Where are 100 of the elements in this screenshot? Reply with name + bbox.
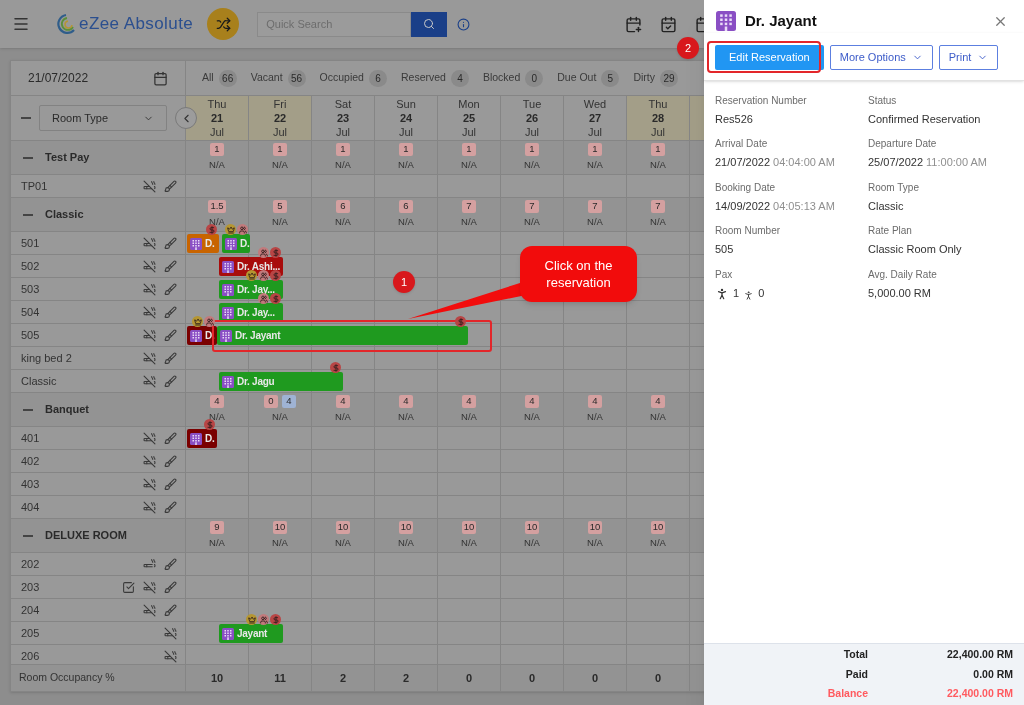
status-filter[interactable]: Dirty — [633, 70, 655, 86]
room-number: 404 — [21, 499, 40, 515]
child-count: 0 — [758, 285, 765, 301]
status-filter[interactable]: Reserved — [400, 70, 446, 86]
crown-icon — [246, 270, 257, 281]
adult-count: 1 — [733, 285, 740, 301]
menu-icon[interactable] — [12, 15, 30, 33]
rate-text: N/A — [398, 157, 414, 172]
room-number: king bed 2 — [21, 350, 72, 366]
previous-button[interactable] — [175, 107, 197, 129]
status-filter[interactable]: Vacant — [250, 70, 283, 86]
child-icon — [743, 290, 755, 301]
guests-icon — [258, 247, 269, 258]
room-type-select[interactable]: Room Type — [39, 105, 167, 131]
day-number: 28 — [651, 111, 665, 125]
status-filter[interactable]: All — [202, 70, 214, 86]
no-smoking-icon — [143, 500, 156, 514]
building-icon — [716, 11, 736, 32]
rate-text: N/A — [272, 214, 288, 229]
search-icon — [423, 18, 436, 30]
field-value: 14/09/2022 — [715, 198, 771, 214]
room-number: 505 — [21, 327, 40, 343]
availability-badge: 4 — [399, 394, 413, 408]
crown-icon — [192, 316, 203, 327]
calendar-icon[interactable] — [153, 70, 168, 86]
weekday: Sun — [396, 97, 416, 111]
rate-text: N/A — [209, 214, 225, 229]
rate-text: N/A — [524, 409, 540, 424]
reservation-bar[interactable]: Dr. Jagu — [219, 372, 343, 391]
availability-badge: 0 — [264, 394, 278, 408]
field-label: Arrival Date — [715, 137, 769, 151]
count-badge: 6 — [368, 69, 387, 87]
status-filter[interactable]: Blocked — [482, 70, 521, 86]
reservation-bar[interactable]: D. — [187, 429, 217, 448]
occupancy-value: 0 — [528, 670, 536, 686]
callout-bubble: Click on the reservation — [520, 246, 637, 302]
availability-badge: 10 — [335, 520, 351, 534]
guests-icon — [258, 270, 269, 281]
status-filter[interactable]: Occupied — [319, 70, 364, 86]
date-text: 21/07/2022 — [28, 70, 89, 87]
field-label: Pax — [715, 267, 734, 282]
dollar-icon — [204, 419, 215, 430]
rate-text: N/A — [272, 409, 288, 424]
rate-text: N/A — [398, 214, 414, 229]
rate-text: N/A — [587, 157, 603, 172]
rate-text: N/A — [650, 409, 666, 424]
occupancy-value: 0 — [654, 670, 662, 686]
availability-badge: 10 — [398, 520, 414, 534]
dropdown-button[interactable]: Print — [938, 44, 999, 70]
field-label: Room Type — [868, 180, 920, 195]
availability-badge: 4 — [282, 394, 296, 408]
weekday: Wed — [583, 97, 607, 111]
room-number: 204 — [21, 602, 40, 618]
reservation-bar[interactable]: D. — [222, 234, 250, 253]
field-value: 5,000.00 RM — [868, 285, 932, 301]
shuffle-button[interactable] — [207, 8, 240, 40]
reservation-bar[interactable]: D. — [187, 234, 219, 253]
reservation-bar[interactable]: Jayant — [219, 624, 283, 643]
no-smoking-icon — [143, 351, 156, 365]
day-number: 22 — [273, 111, 287, 125]
edit-reservation-button[interactable]: Edit Reservation — [715, 44, 824, 70]
availability-badge: 1 — [210, 142, 224, 156]
weekday: Fri — [273, 97, 287, 111]
availability-badge: 10 — [587, 520, 603, 534]
availability-badge: 10 — [272, 520, 288, 534]
panel-title: Dr. Jayant — [745, 11, 817, 31]
calendar-check-icon[interactable] — [660, 15, 677, 33]
time-text: 11:00:00 AM — [926, 155, 987, 170]
guest-name: D. — [205, 432, 215, 446]
room-number: 403 — [21, 476, 40, 492]
info-icon[interactable] — [457, 17, 471, 31]
room-number: 205 — [21, 625, 40, 641]
availability-badge: 9 — [210, 520, 224, 534]
guests-icon — [258, 614, 269, 625]
rate-text: N/A — [209, 157, 225, 172]
field-label: Departure Date — [868, 137, 938, 151]
room-number: 401 — [21, 430, 40, 446]
reservation-bar[interactable]: Dr. Jayant — [217, 326, 468, 345]
total-value: 22,400.00 RM — [947, 686, 1013, 702]
rate-text: N/A — [398, 409, 414, 424]
availability-badge: 6 — [336, 199, 350, 213]
building-icon — [190, 237, 202, 250]
total-label: Balance — [826, 686, 868, 702]
dropdown-button[interactable]: More Options — [829, 44, 933, 70]
reservation-bar[interactable]: Dr. Jay... — [219, 280, 283, 299]
occupancy-value: 0 — [591, 670, 599, 686]
availability-badge: 4 — [525, 394, 539, 408]
rate-text: N/A — [461, 535, 477, 550]
calendar-plus-icon[interactable] — [625, 15, 642, 33]
dollar-icon — [270, 614, 281, 625]
building-icon — [222, 375, 234, 388]
month: Jul — [209, 125, 225, 139]
dollar-icon — [330, 362, 341, 373]
search-button[interactable] — [411, 11, 448, 37]
month: Jul — [272, 125, 288, 139]
availability-badge: 1.5 — [208, 199, 226, 213]
no-smoking-icon — [143, 454, 156, 468]
weekday: Thu — [648, 97, 668, 111]
status-filter[interactable]: Due Out — [557, 70, 597, 86]
day-number: 24 — [399, 111, 413, 125]
